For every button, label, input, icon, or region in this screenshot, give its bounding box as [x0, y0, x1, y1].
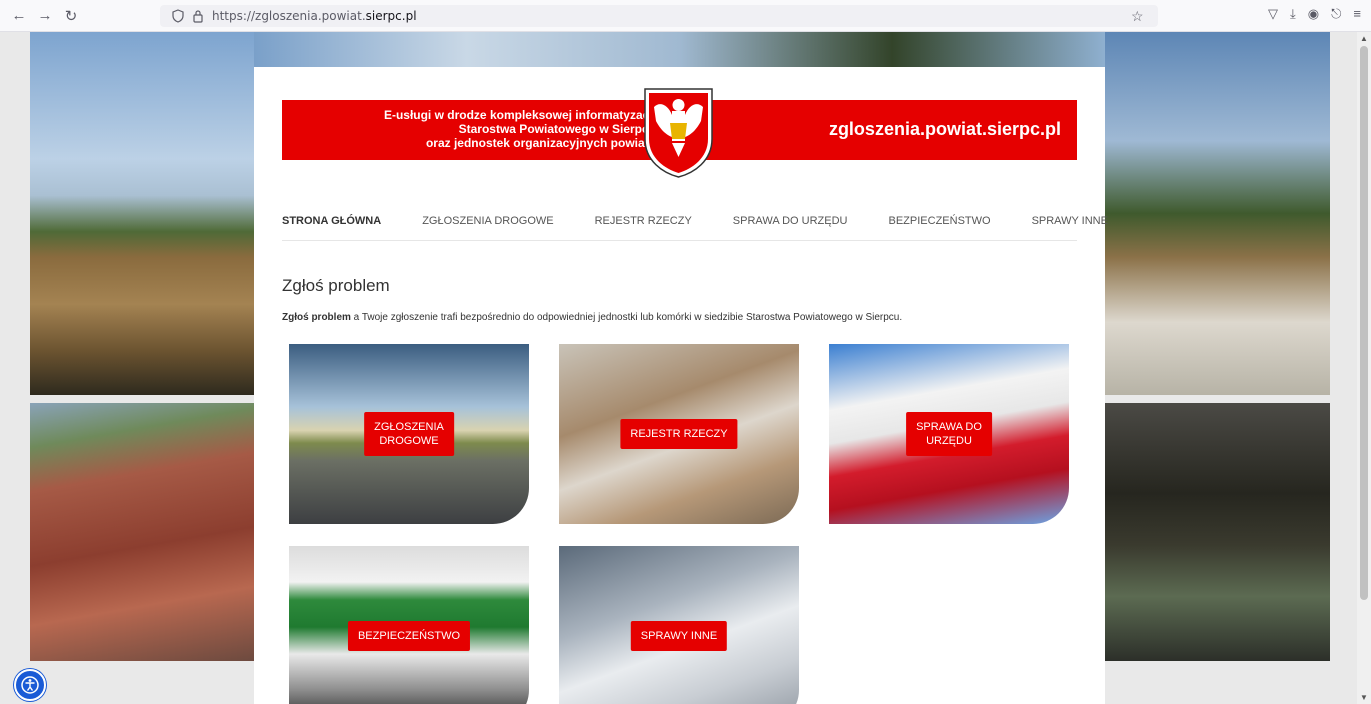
pocket-icon[interactable]: ▽	[1268, 6, 1278, 22]
banner-site-name: zgloszenia.powiat.sierpc.pl	[828, 119, 1061, 139]
reload-icon[interactable]: ↻	[60, 5, 82, 27]
intro-bold: Zgłoś problem	[282, 312, 351, 323]
account-icon[interactable]: ◉	[1308, 6, 1319, 22]
browser-toolbar: ← → ↻ https://zgloszenia.powiat. sierpc.p…	[0, 0, 1371, 32]
menu-item-other-matters[interactable]: SPRAWY INNE	[1032, 207, 1108, 227]
intro-text: Zgłoś problem a Twoje zgłoszenie trafi b…	[282, 312, 902, 323]
download-icon[interactable]: ⤓	[1290, 6, 1296, 22]
url-host: sierpc.pl	[365, 9, 417, 23]
background-photo-church	[30, 403, 254, 661]
tile-road-reports[interactable]: ZGŁOSZENIA DROGOWE	[289, 344, 529, 524]
scroll-up-icon[interactable]: ▲	[1360, 34, 1368, 43]
tile-label-line-2: URZĘDU	[926, 435, 972, 447]
main-menu: STRONA GŁÓWNA ZGŁOSZENIA DROGOWE REJESTR…	[282, 207, 1108, 241]
item-registry-button[interactable]: REJESTR RZECZY	[620, 419, 738, 449]
forward-icon[interactable]: →	[34, 5, 56, 27]
background-photo-cottage	[1105, 32, 1330, 395]
back-icon[interactable]: ←	[8, 5, 30, 27]
bookmark-star-icon[interactable]: ☆	[1131, 8, 1144, 25]
lock-icon[interactable]	[192, 9, 204, 23]
menu-item-road-reports[interactable]: ZGŁOSZENIA DROGOWE	[422, 207, 553, 227]
scroll-down-icon[interactable]: ▼	[1360, 693, 1368, 702]
banner-tagline: E-usługi w drodze kompleksowej informaty…	[322, 108, 656, 150]
tile-safety[interactable]: BEZPIECZEŃSTWO	[289, 546, 529, 704]
tile-label: BEZPIECZEŃSTWO	[357, 630, 461, 642]
tile-label-line-1: SPRAWA DO	[916, 421, 982, 433]
menu-item-safety[interactable]: BEZPIECZEŃSTWO	[889, 207, 991, 227]
url-bar[interactable]: https://zgloszenia.powiat. sierpc.pl	[160, 5, 1158, 27]
banner-line-3: oraz jednostek organizacyjnych powiatu	[425, 136, 656, 150]
url-prefix: https://zgloszenia.powiat.	[212, 9, 366, 23]
menu-item-office-matter[interactable]: SPRAWA DO URZĘDU	[733, 207, 848, 227]
tile-office-matter[interactable]: SPRAWA DO URZĘDU	[829, 344, 1069, 524]
tile-label: REJESTR RZECZY	[630, 428, 728, 440]
background-photo-boat-lake	[1105, 403, 1330, 661]
other-matters-button[interactable]: SPRAWY INNE	[630, 621, 728, 651]
road-reports-button[interactable]: ZGŁOSZENIA DROGOWE	[364, 412, 454, 456]
main-panel: E-usługi w drodze kompleksowej informaty…	[254, 67, 1108, 704]
accessibility-button[interactable]	[14, 669, 46, 701]
tile-label: SPRAWY INNE	[640, 630, 718, 642]
office-matter-button[interactable]: SPRAWA DO URZĘDU	[906, 412, 992, 456]
tile-label-line-2: DROGOWE	[379, 435, 439, 447]
menu-item-home[interactable]: STRONA GŁÓWNA	[282, 207, 381, 227]
menu-icon[interactable]: ≡	[1353, 6, 1361, 22]
accessibility-icon	[21, 676, 39, 694]
scroll-thumb[interactable]	[1360, 46, 1368, 600]
tile-other-matters[interactable]: SPRAWY INNE	[559, 546, 799, 704]
tile-item-registry[interactable]: REJESTR RZECZY	[559, 344, 799, 524]
coat-of-arms-icon	[644, 88, 713, 178]
shield-icon[interactable]	[172, 9, 184, 23]
banner-line-1: E-usługi w drodze kompleksowej informaty…	[383, 108, 656, 122]
intro-rest: a Twoje zgłoszenie trafi bezpośrednio do…	[350, 312, 903, 323]
page-title: Zgłoś problem	[282, 276, 390, 295]
banner-line-2: Starostwa Powiatowego w Sierpcu	[458, 122, 656, 136]
scrollbar[interactable]: ▲ ▼	[1357, 32, 1371, 704]
tile-label-line-1: ZGŁOSZENIA	[374, 421, 444, 433]
safety-button[interactable]: BEZPIECZEŃSTWO	[347, 621, 471, 651]
menu-item-item-registry[interactable]: REJESTR RZECZY	[595, 207, 692, 227]
background-photo-sky	[254, 32, 1105, 67]
background-photo-thatched-barn	[30, 32, 254, 395]
extensions-icon[interactable]: ⎋	[1331, 6, 1341, 22]
